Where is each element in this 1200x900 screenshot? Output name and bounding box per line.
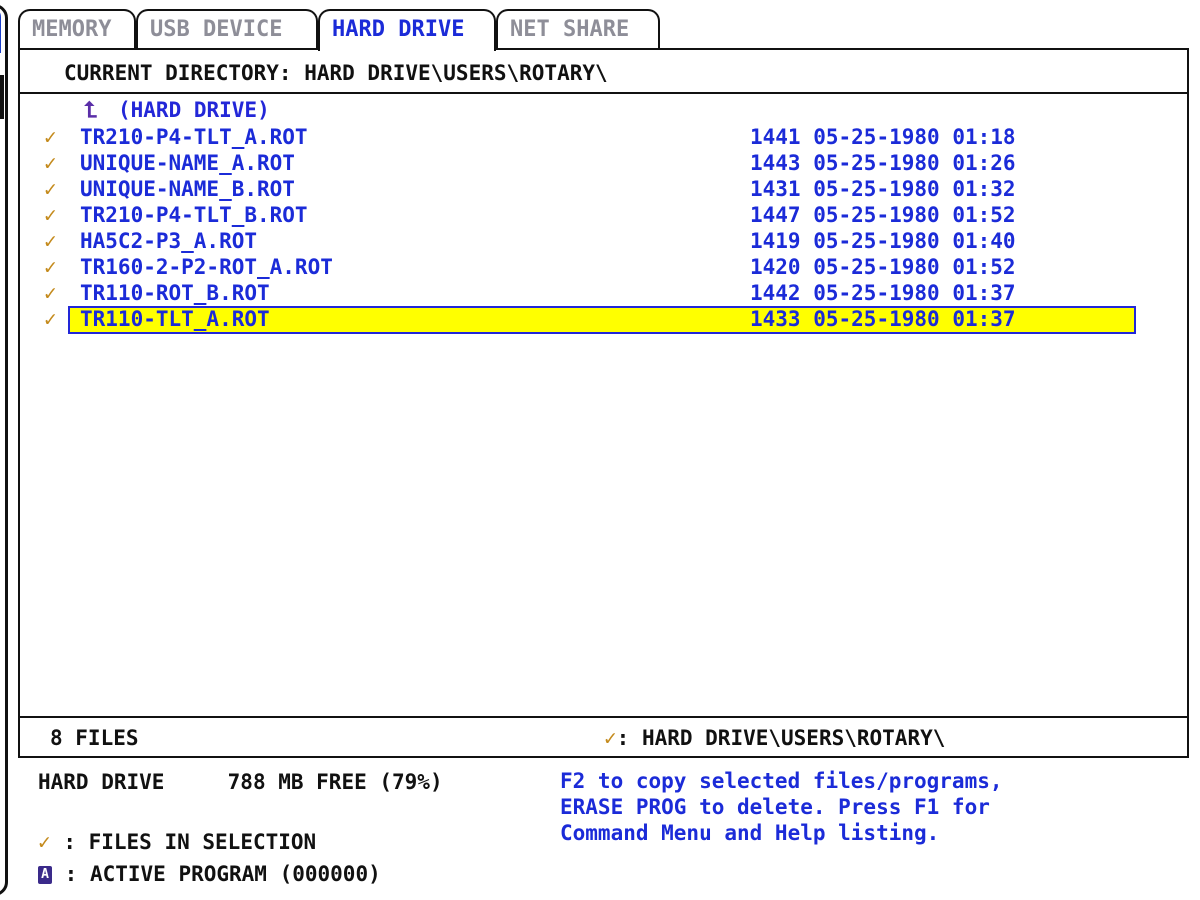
tab-usb-device[interactable]: USB DEVICE: [136, 9, 318, 49]
file-meta: 1420 05-25-1980 01:52: [750, 254, 1016, 280]
file-meta: 1442 05-25-1980 01:37: [750, 280, 1016, 306]
selection-path-text: : HARD DRIVE\USERS\ROTARY\: [616, 726, 946, 750]
current-directory: CURRENT DIRECTORY: HARD DRIVE\USERS\ROTA…: [20, 50, 1187, 94]
file-meta: 1441 05-25-1980 01:18: [750, 124, 1016, 150]
file-row[interactable]: ✓ UNIQUE-NAME_B.ROT 1431 05-25-1980 01:32: [20, 176, 1187, 202]
file-size: 1420: [750, 255, 801, 279]
selection-path: ✓: HARD DRIVE\USERS\ROTARY\: [604, 718, 945, 758]
drive-free-space: 788 MB FREE (79%): [227, 770, 443, 794]
file-date: 05-25-1980: [813, 203, 940, 227]
file-size: 1431: [750, 177, 801, 201]
file-time: 01:26: [952, 151, 1016, 175]
legend-files-in-selection: ✓ : FILES IN SELECTION: [38, 830, 317, 854]
checkmark-icon: ✓: [44, 203, 57, 227]
file-name: UNIQUE-NAME_B.ROT: [80, 177, 295, 201]
file-meta: 1447 05-25-1980 01:52: [750, 202, 1016, 228]
checkmark-icon: ✓: [44, 177, 57, 201]
file-time: 01:37: [952, 307, 1016, 331]
file-name: TR110-TLT_A.ROT: [80, 307, 270, 331]
file-time: 01:18: [952, 125, 1016, 149]
file-name: UNIQUE-NAME_A.ROT: [80, 151, 295, 175]
checkmark-icon: ✓: [604, 726, 617, 750]
checkmark-icon: ✓: [44, 281, 57, 305]
file-time: 01:37: [952, 281, 1016, 305]
file-row[interactable]: ✓ TR210-P4-TLT_B.ROT 1447 05-25-1980 01:52: [20, 202, 1187, 228]
checkmark-icon: ✓: [44, 307, 57, 331]
file-browser-panel: CURRENT DIRECTORY: HARD DRIVE\USERS\ROTA…: [18, 48, 1189, 758]
file-size: 1419: [750, 229, 801, 253]
checkmark-icon: ✓: [44, 229, 57, 253]
file-meta: 1433 05-25-1980 01:37: [750, 306, 1016, 332]
tab-net-share[interactable]: NET SHARE: [496, 9, 660, 49]
file-time: 01:32: [952, 177, 1016, 201]
file-date: 05-25-1980: [813, 151, 940, 175]
file-row[interactable]: ✓ TR210-P4-TLT_A.ROT 1441 05-25-1980 01:18: [20, 124, 1187, 150]
checkmark-icon: ✓: [44, 125, 57, 149]
tab-memory[interactable]: MEMORY: [18, 9, 136, 49]
file-meta: 1419 05-25-1980 01:40: [750, 228, 1016, 254]
active-program-icon: A: [38, 866, 52, 884]
file-count: 8 FILES: [50, 726, 139, 750]
file-meta: 1431 05-25-1980 01:32: [750, 176, 1016, 202]
file-time: 01:40: [952, 229, 1016, 253]
help-text: F2 to copy selected files/programs, ERAS…: [560, 769, 1003, 845]
file-name: TR110-ROT_B.ROT: [80, 281, 270, 305]
legend: ✓ : FILES IN SELECTION A : ACTIVE PROGRA…: [38, 826, 381, 890]
file-size: 1441: [750, 125, 801, 149]
file-size: 1433: [750, 307, 801, 331]
file-size: 1447: [750, 203, 801, 227]
legend-active-program: A : ACTIVE PROGRAM (000000): [38, 858, 381, 890]
checkmark-icon: ✓: [44, 151, 57, 175]
file-meta: 1443 05-25-1980 01:26: [750, 150, 1016, 176]
file-time: 01:52: [952, 203, 1016, 227]
file-date: 05-25-1980: [813, 255, 940, 279]
file-size: 1443: [750, 151, 801, 175]
file-name: TR210-P4-TLT_A.ROT: [80, 125, 308, 149]
file-row[interactable]: ✓ UNIQUE-NAME_A.ROT 1443 05-25-1980 01:26: [20, 150, 1187, 176]
file-size: 1442: [750, 281, 801, 305]
file-date: 05-25-1980: [813, 307, 940, 331]
file-date: 05-25-1980: [813, 229, 940, 253]
file-row[interactable]: ✓ TR110-ROT_B.ROT 1442 05-25-1980 01:37: [20, 280, 1187, 306]
tab-hard-drive[interactable]: HARD DRIVE: [318, 9, 496, 51]
list-footer: 8 FILES ✓: HARD DRIVE\USERS\ROTARY\: [20, 716, 1187, 756]
checkmark-icon: ✓: [38, 830, 51, 854]
file-date: 05-25-1980: [813, 281, 940, 305]
file-row[interactable]: ✓ TR160-2-P2-ROT_A.ROT 1420 05-25-1980 01:…: [20, 254, 1187, 280]
left-edge-notch: [0, 75, 4, 119]
drive-info: HARD DRIVE 788 MB FREE (79%): [38, 770, 443, 794]
file-date: 05-25-1980: [813, 125, 940, 149]
up-arrow-icon: ⮤: [84, 98, 97, 123]
checkmark-icon: ✓: [44, 255, 57, 279]
left-edge-blue-strip: [0, 7, 1, 53]
file-name: HA5C2-P3_A.ROT: [80, 229, 258, 253]
parent-directory-entry[interactable]: ⮤ (HARD DRIVE): [84, 98, 270, 124]
parent-directory-label: (HARD DRIVE): [118, 98, 270, 122]
file-time: 01:52: [952, 255, 1016, 279]
file-row[interactable]: ✓ TR110-TLT_A.ROT 1433 05-25-1980 01:37: [20, 306, 1187, 334]
drive-name: HARD DRIVE: [38, 770, 165, 794]
file-name: TR160-2-P2-ROT_A.ROT: [80, 255, 333, 279]
file-name: TR210-P4-TLT_B.ROT: [80, 203, 308, 227]
status-info-area: HARD DRIVE 788 MB FREE (79%) ✓ : FILES I…: [0, 760, 1200, 900]
file-row[interactable]: ✓ HA5C2-P3_A.ROT 1419 05-25-1980 01:40: [20, 228, 1187, 254]
file-date: 05-25-1980: [813, 177, 940, 201]
